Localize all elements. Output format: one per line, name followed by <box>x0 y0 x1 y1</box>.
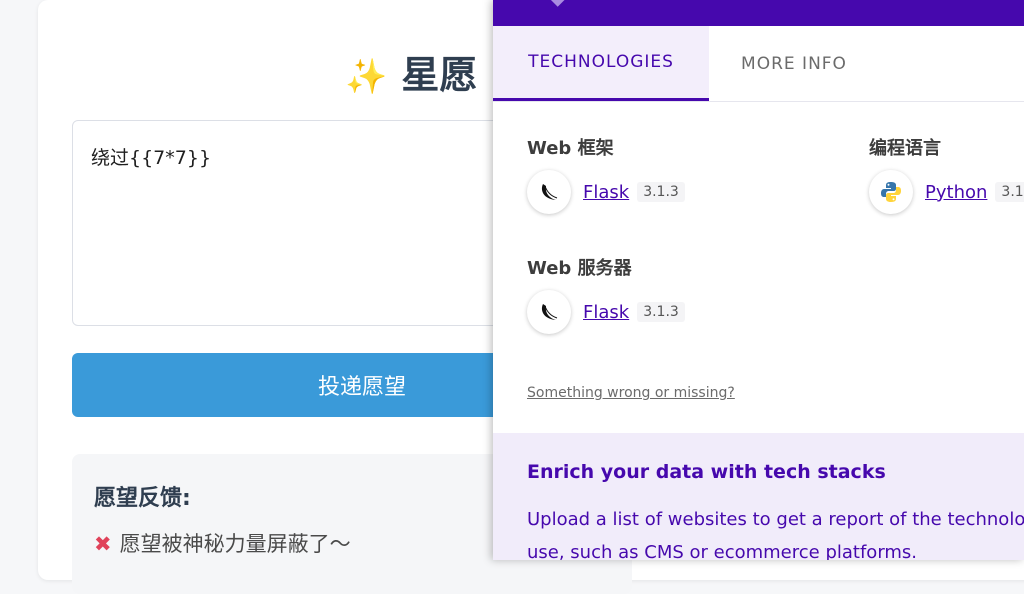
category-title-web-framework: Web 框架 <box>527 138 614 159</box>
feedback-title: 愿望反馈: <box>94 486 191 511</box>
tech-version: 3.1.3 <box>637 302 685 322</box>
tech-item-flask-framework: Flask 3.1.3 <box>527 170 685 214</box>
tech-link-flask[interactable]: Flask <box>583 182 629 203</box>
flask-icon <box>527 290 571 334</box>
tab-more-info[interactable]: MORE INFO <box>709 26 879 101</box>
category-title-web-server: Web 服务器 <box>527 258 632 279</box>
cross-mark-icon: ✖ <box>94 532 112 556</box>
tech-link-python[interactable]: Python <box>925 182 987 203</box>
popup-tabs: TECHNOLOGIES MORE INFO <box>493 26 1024 102</box>
feedback-message: 愿望被神秘力量屏蔽了～ <box>119 532 351 556</box>
tech-item-flask-server: Flask 3.1.3 <box>527 290 685 334</box>
page-title-text: 星愿 <box>401 53 478 97</box>
enrich-text: Upload a list of websites to get a repor… <box>527 509 1024 560</box>
submit-wish-label: 投递愿望 <box>317 375 406 400</box>
wappalyzer-popup: TECHNOLOGIES MORE INFO Web 框架 Flask 3.1.… <box>493 0 1024 560</box>
tech-link-flask[interactable]: Flask <box>583 302 629 323</box>
page-title: ✨ 星愿 <box>345 44 477 99</box>
something-wrong-link[interactable]: Something wrong or missing? <box>527 385 735 401</box>
sparkles-icon: ✨ <box>345 57 388 97</box>
python-icon <box>869 170 913 214</box>
category-title-programming-language: 编程语言 <box>869 138 941 159</box>
feedback-message-row: ✖ 愿望被神秘力量屏蔽了～ <box>94 528 351 558</box>
flask-icon <box>527 170 571 214</box>
tech-version: 3.10 <box>995 182 1024 202</box>
tab-technologies[interactable]: TECHNOLOGIES <box>493 26 709 101</box>
enrich-title: Enrich your data with tech stacks <box>527 461 886 483</box>
wappalyzer-logo-icon <box>549 0 565 7</box>
popup-header <box>493 0 1024 26</box>
tech-version: 3.1.3 <box>637 182 685 202</box>
tech-item-python: Python 3.10 <box>869 170 1024 214</box>
enrich-banner: Enrich your data with tech stacks Upload… <box>493 433 1024 560</box>
